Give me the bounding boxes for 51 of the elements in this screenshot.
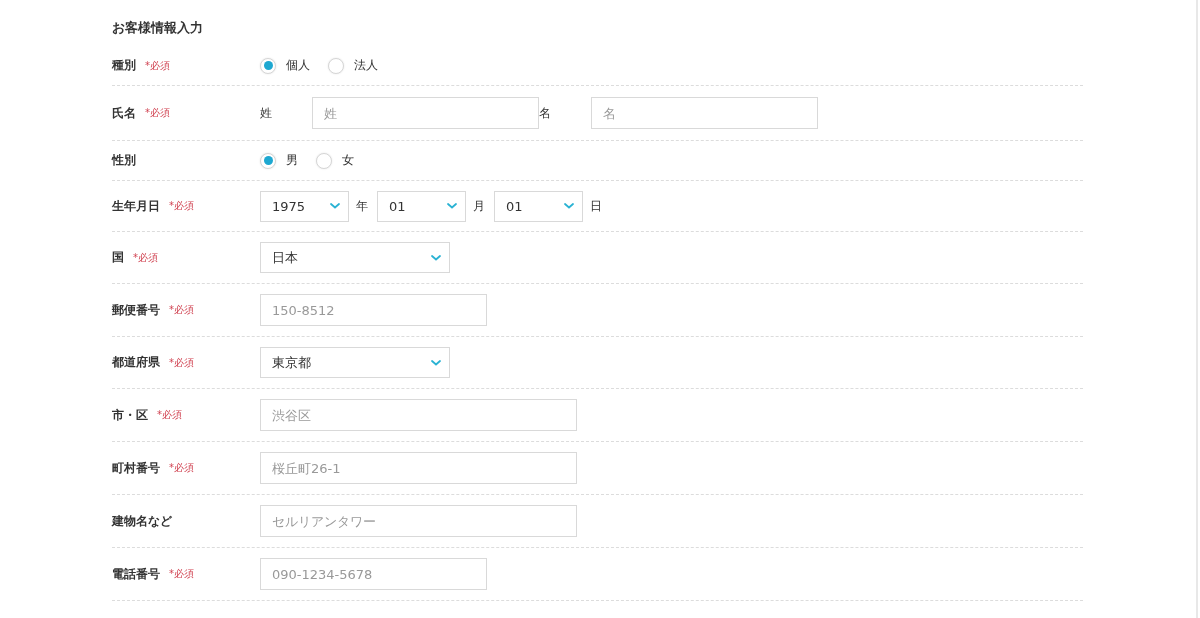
radio-label: 女 [342, 152, 354, 169]
text-field[interactable]: セルリアンタワー [260, 505, 577, 537]
text-field[interactable]: 渋谷区 [260, 399, 577, 431]
radio-button[interactable] [328, 57, 344, 74]
text-field[interactable]: 090-1234-5678 [260, 558, 487, 590]
text-field[interactable]: 姓 [312, 97, 539, 129]
text-field[interactable]: 名 [591, 97, 818, 129]
required-mark: *必須 [145, 58, 170, 73]
chevron-down-icon [447, 203, 457, 209]
dropdown[interactable]: 01 [494, 190, 583, 222]
radio-button[interactable] [260, 57, 276, 74]
field-label: 種別 [112, 57, 136, 74]
field-label: 電話番号 [112, 565, 160, 583]
date-unit: 日 [590, 197, 602, 215]
date-unit: 月 [473, 197, 485, 215]
required-mark: *必須 [145, 106, 170, 120]
field-label: 町村番号 [112, 459, 160, 477]
chevron-down-icon [431, 359, 441, 366]
field-label: 性別 [112, 152, 136, 169]
chevron-down-icon [431, 254, 441, 261]
dropdown[interactable]: 日本 [260, 242, 450, 273]
radio-label: 法人 [354, 57, 378, 74]
required-mark: *必須 [169, 461, 194, 475]
chevron-down-icon [330, 203, 340, 209]
dropdown[interactable]: 1975 [260, 190, 349, 222]
radio-button[interactable] [316, 152, 332, 169]
field-label: 都道府県 [112, 354, 160, 371]
required-mark: *必須 [169, 199, 194, 213]
date-unit: 年 [356, 197, 368, 215]
field-label: 氏名 [112, 104, 136, 122]
radio-label: 個人 [286, 57, 310, 74]
name-caption: 姓 [260, 104, 273, 122]
name-caption: 名 [539, 104, 552, 122]
field-label: 建物名など [112, 512, 172, 530]
field-label: 郵便番号 [112, 301, 160, 319]
text-field[interactable]: 150-8512 [260, 294, 487, 326]
field-label: 市・区 [112, 406, 148, 424]
required-mark: *必須 [169, 303, 194, 317]
required-mark: *必須 [157, 408, 182, 422]
radio-button[interactable] [260, 152, 276, 169]
field-label: 生年月日 [112, 197, 160, 215]
chevron-down-icon [564, 203, 574, 209]
field-label: 国 [112, 249, 124, 266]
text-field[interactable]: 桜丘町26-1 [260, 452, 577, 484]
required-mark: *必須 [169, 355, 194, 370]
dropdown[interactable]: 01 [377, 190, 466, 222]
required-mark: *必須 [169, 567, 194, 581]
form-heading: お客様情報入力 [112, 19, 204, 37]
dropdown[interactable]: 東京都 [260, 347, 450, 378]
radio-label: 男 [286, 152, 298, 169]
required-mark: *必須 [133, 250, 158, 265]
